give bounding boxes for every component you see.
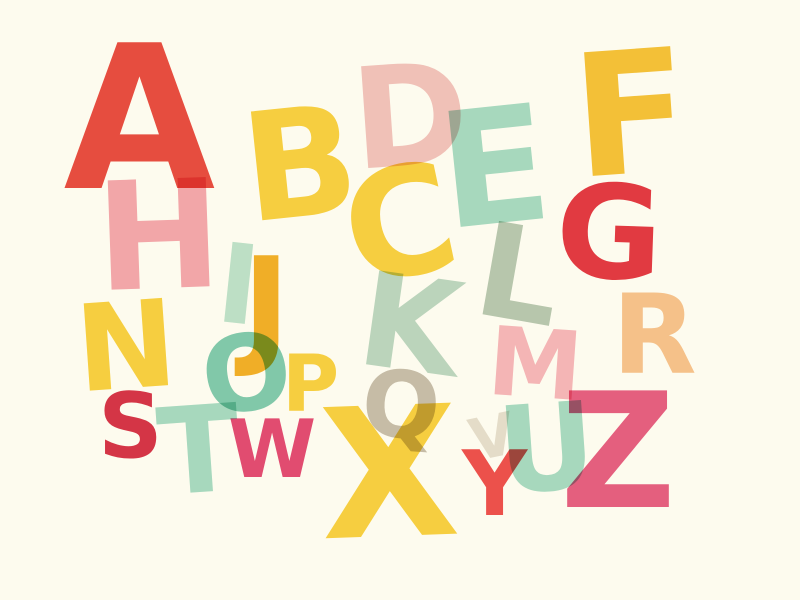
letter-y: Y (462, 432, 528, 537)
letter-w: W (228, 403, 317, 496)
alphabet-collage: ADFEBHCGIJLKRNMOPQSTWUVYXZ (0, 0, 800, 600)
letter-z: Z (560, 358, 677, 545)
letter-x: X (316, 367, 463, 582)
